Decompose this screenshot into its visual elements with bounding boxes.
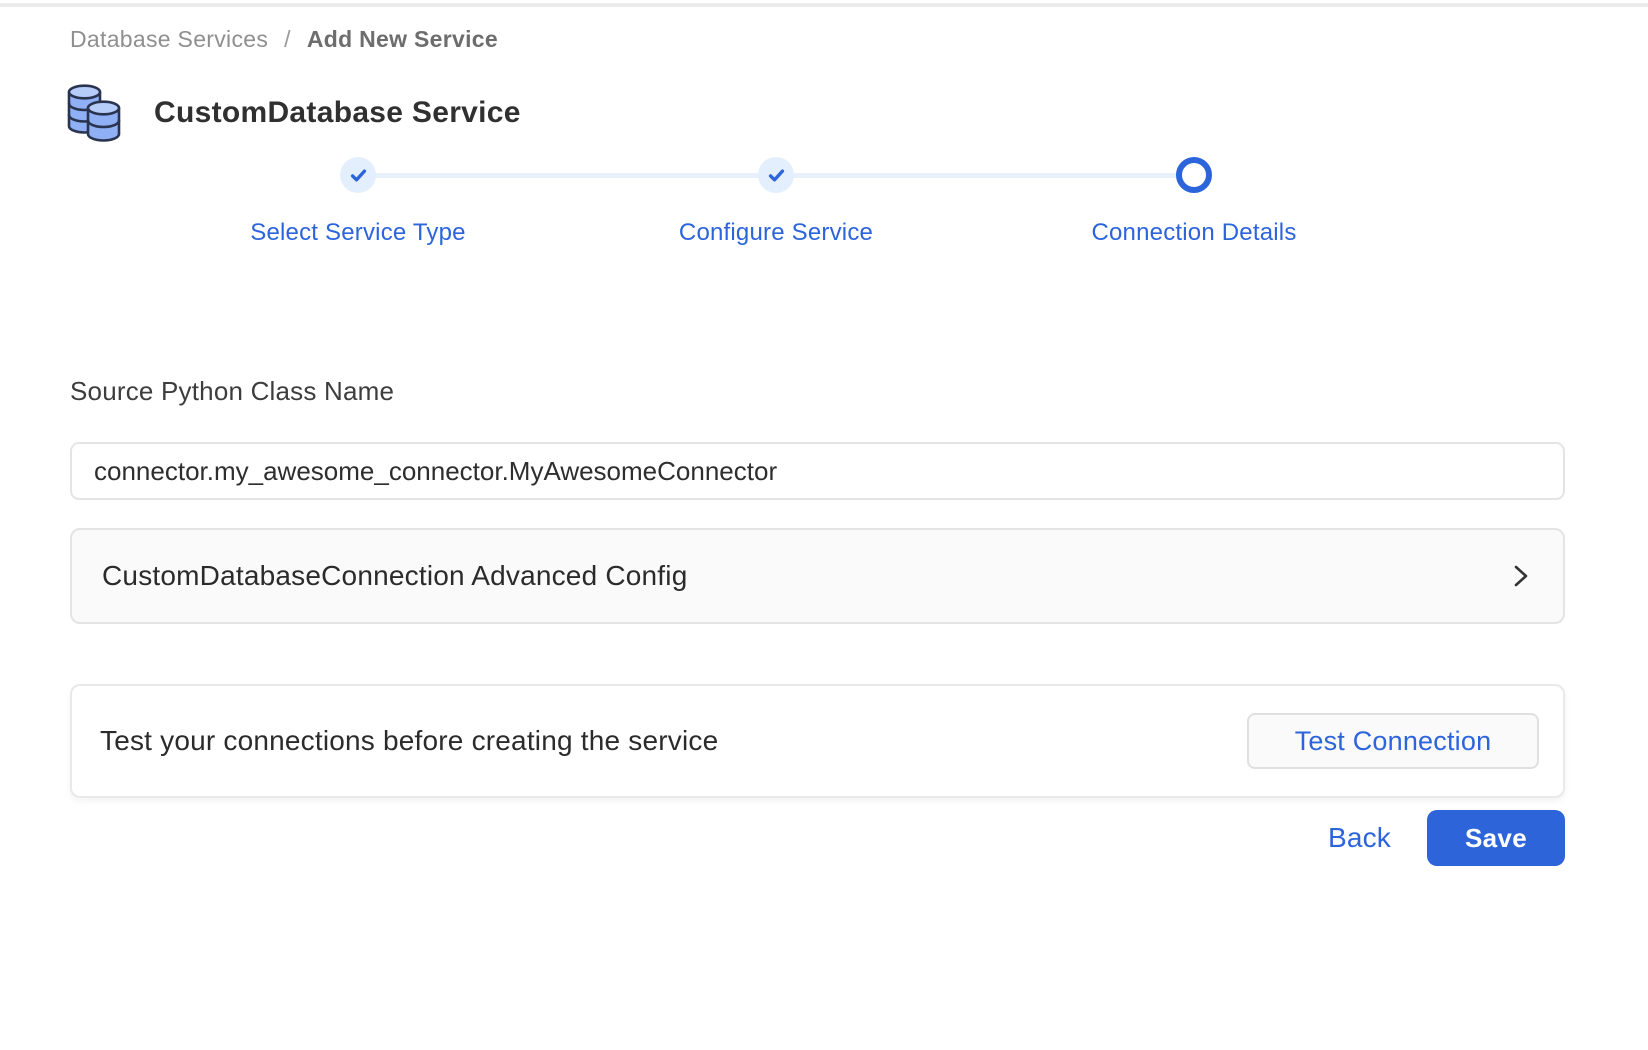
test-connection-card: Test your connections before creating th… bbox=[70, 684, 1565, 798]
step-circle-current bbox=[1176, 157, 1212, 193]
step-circle-completed bbox=[340, 157, 376, 193]
breadcrumb: Database Services / Add New Service bbox=[70, 26, 498, 53]
page-title: CustomDatabase Service bbox=[154, 96, 521, 130]
page-header: CustomDatabase Service bbox=[62, 82, 521, 144]
step-label: Configure Service bbox=[616, 219, 936, 247]
step-circle-completed bbox=[758, 157, 794, 193]
breadcrumb-add-new-service: Add New Service bbox=[307, 26, 498, 53]
step-label: Connection Details bbox=[1034, 219, 1354, 247]
add-new-service-page: Database Services / Add New Service Cust… bbox=[0, 0, 1648, 1050]
check-icon bbox=[767, 166, 786, 185]
breadcrumb-database-services[interactable]: Database Services bbox=[70, 26, 268, 53]
source-class-input[interactable] bbox=[70, 442, 1565, 500]
advanced-config-label: CustomDatabaseConnection Advanced Config bbox=[102, 560, 687, 592]
chevron-right-icon[interactable] bbox=[1505, 561, 1535, 591]
advanced-config-expander[interactable]: CustomDatabaseConnection Advanced Config bbox=[70, 528, 1565, 624]
test-connection-message: Test your connections before creating th… bbox=[100, 725, 718, 757]
source-class-label: Source Python Class Name bbox=[70, 376, 394, 407]
database-icon bbox=[62, 82, 126, 144]
breadcrumb-separator: / bbox=[284, 26, 291, 53]
test-connection-button[interactable]: Test Connection bbox=[1247, 713, 1539, 769]
step-label: Select Service Type bbox=[198, 219, 518, 247]
top-divider bbox=[0, 3, 1648, 7]
wizard-stepper: Select Service Type Configure Service Co… bbox=[70, 157, 1565, 257]
check-icon bbox=[349, 166, 368, 185]
step-configure-service: Configure Service bbox=[616, 157, 936, 247]
save-button[interactable]: Save bbox=[1427, 810, 1565, 866]
back-button[interactable]: Back bbox=[1328, 822, 1391, 854]
footer-actions: Back Save bbox=[1328, 810, 1565, 866]
step-select-service-type: Select Service Type bbox=[198, 157, 518, 247]
step-connection-details: Connection Details bbox=[1034, 157, 1354, 247]
